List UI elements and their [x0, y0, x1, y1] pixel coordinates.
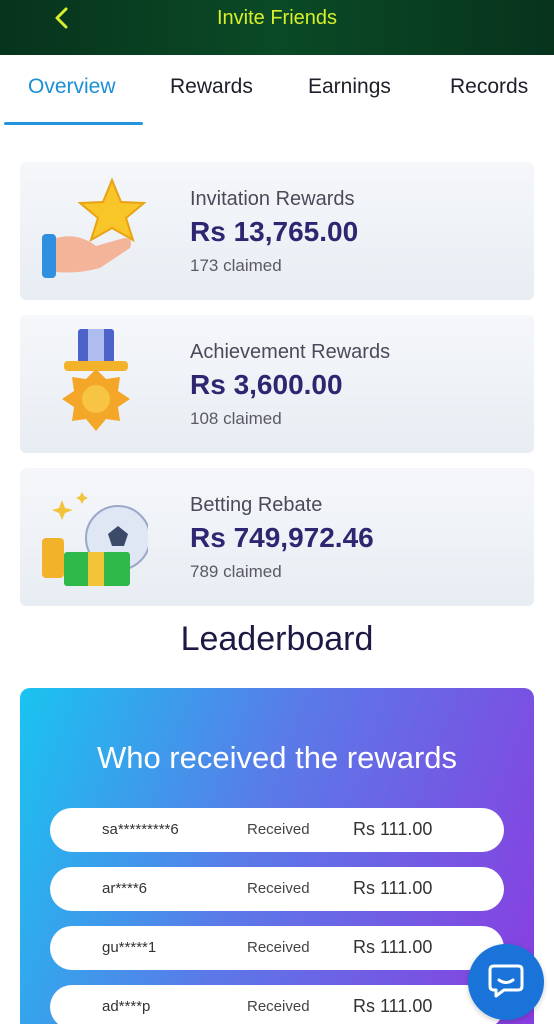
medal-icon — [38, 329, 148, 439]
list-item: sa*********6 Received Rs 111.00 — [50, 808, 504, 852]
card-amount: Rs 13,765.00 — [190, 216, 359, 247]
card-amount: Rs 749,972.46 — [190, 522, 374, 553]
status-text: Received — [247, 880, 310, 897]
tab-bar: Overview Rewards Earnings Records — [0, 55, 554, 125]
user-name: ar****6 — [102, 880, 148, 897]
chat-bubble-icon — [486, 960, 526, 1005]
card-claimed-count: 108 claimed — [190, 409, 282, 428]
reward-amount: Rs 111.00 — [353, 878, 433, 898]
status-text: Received — [247, 998, 310, 1015]
achievement-rewards-card[interactable]: Achievement Rewards Rs 3,600.00 108 clai… — [20, 315, 534, 453]
list-item: ar****6 Received Rs 111.00 — [50, 867, 504, 911]
betting-rebate-card[interactable]: Betting Rebate Rs 749,972.46 789 claimed — [20, 468, 534, 606]
card-title: Betting Rebate — [190, 494, 323, 516]
status-text: Received — [247, 821, 310, 838]
list-item: gu*****1 Received Rs 111.00 — [50, 926, 504, 970]
card-title: Invitation Rewards — [190, 188, 355, 210]
card-claimed-count: 789 claimed — [190, 562, 282, 581]
reward-amount: Rs 111.00 — [353, 819, 433, 839]
reward-amount: Rs 111.00 — [353, 937, 433, 957]
chevron-left-icon[interactable] — [50, 6, 74, 30]
card-title: Achievement Rewards — [190, 341, 391, 363]
tab-overview[interactable]: Overview — [28, 75, 116, 99]
tab-records[interactable]: Records — [450, 75, 528, 99]
card-claimed-count: 173 claimed — [190, 256, 282, 275]
reward-amount: Rs 111.00 — [353, 996, 433, 1016]
money-ball-icon — [38, 482, 151, 592]
leaderboard-title: Leaderboard — [180, 620, 374, 658]
active-tab-indicator — [4, 122, 143, 125]
user-name: sa*********6 — [102, 821, 179, 838]
status-text: Received — [247, 939, 310, 956]
leaderboard-panel: Who received the rewards sa*********6 Re… — [20, 688, 534, 1024]
invitation-rewards-card[interactable]: Invitation Rewards Rs 13,765.00 173 clai… — [20, 162, 534, 300]
list-item: ad****p Received Rs 111.00 — [50, 985, 504, 1024]
tab-rewards[interactable]: Rewards — [170, 75, 253, 99]
chat-button[interactable] — [468, 944, 544, 1020]
card-amount: Rs 3,600.00 — [190, 369, 343, 400]
star-hand-icon — [38, 176, 148, 286]
page-title: Invite Friends — [216, 7, 338, 29]
user-name: gu*****1 — [102, 939, 157, 956]
leaderboard-heading: Who received the rewards — [96, 740, 458, 775]
user-name: ad****p — [102, 998, 151, 1015]
app-header: Invite Friends — [0, 0, 554, 55]
tab-earnings[interactable]: Earnings — [308, 75, 391, 99]
